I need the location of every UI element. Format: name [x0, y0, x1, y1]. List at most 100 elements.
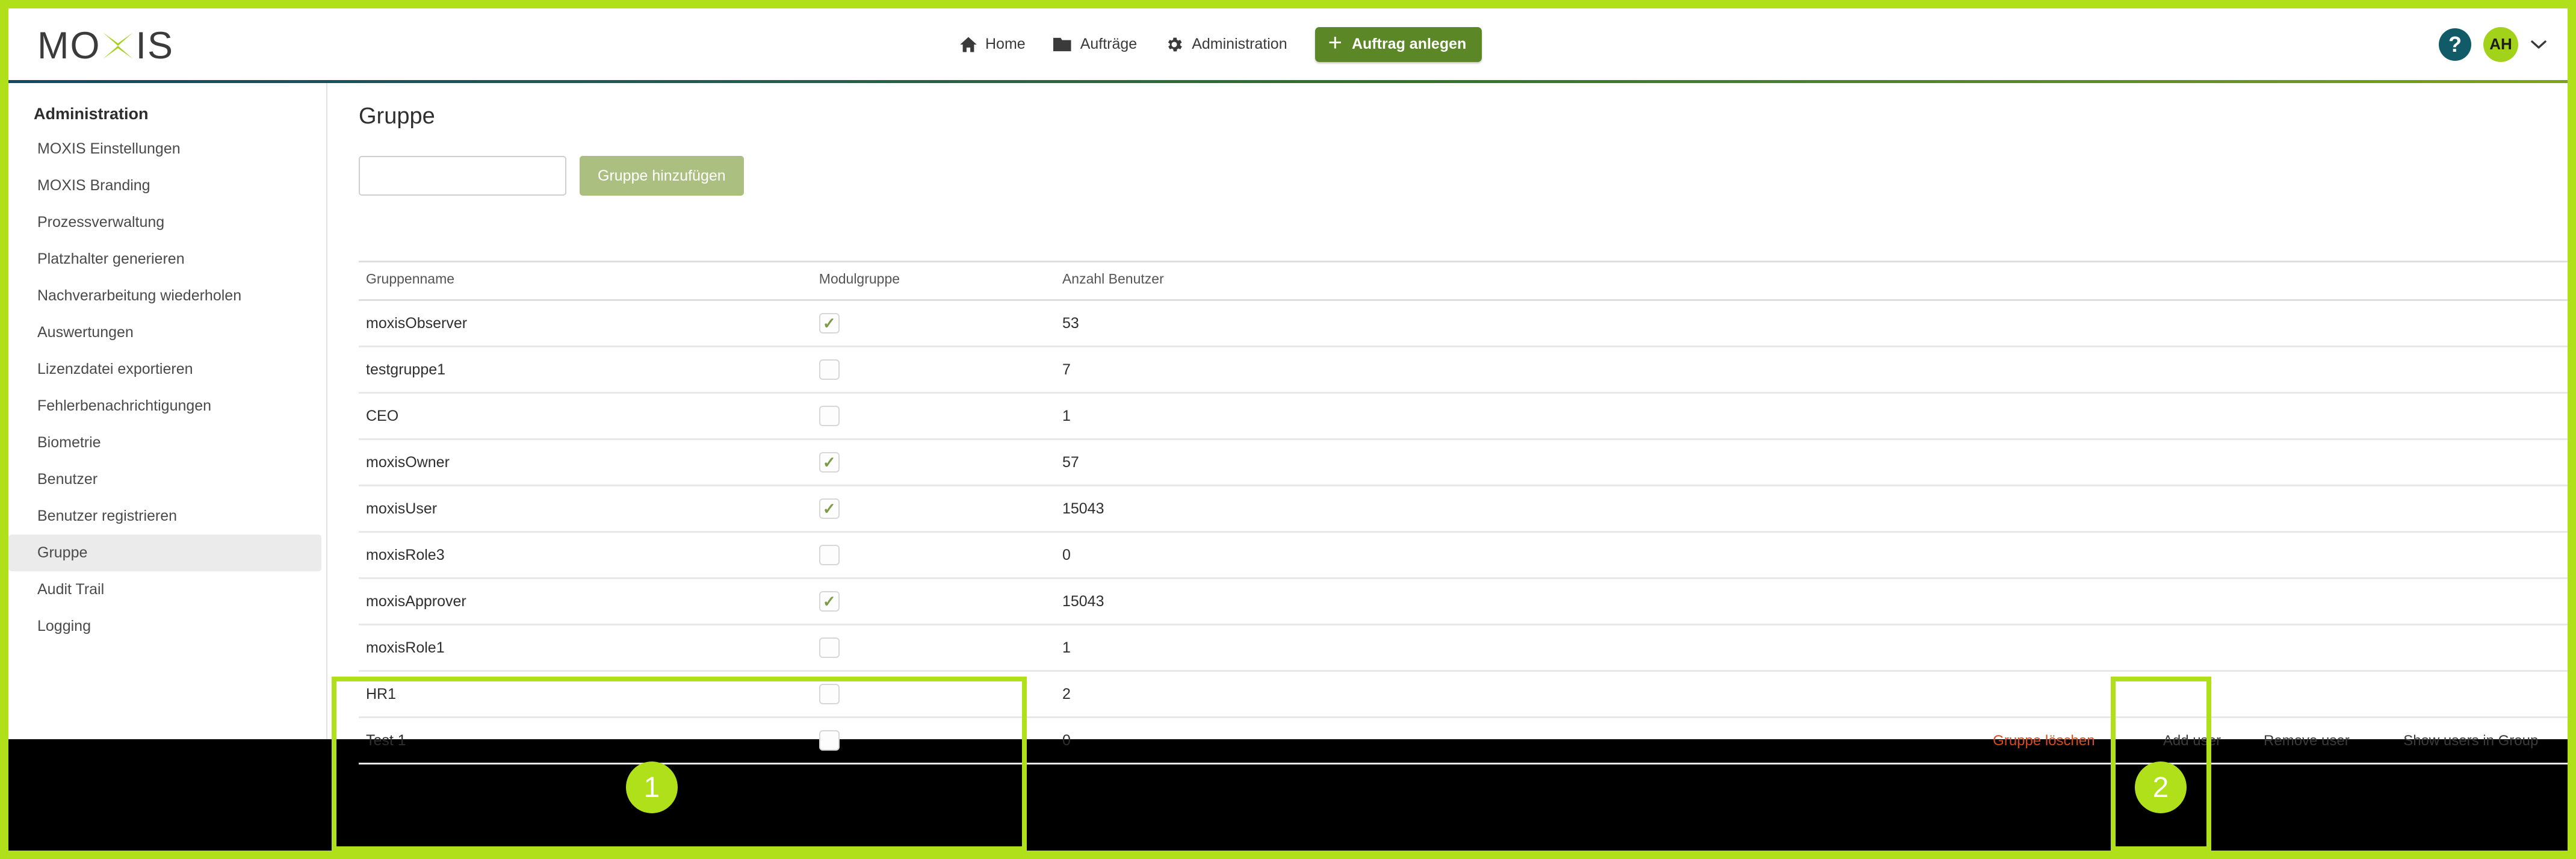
home-icon — [959, 36, 977, 54]
table-row[interactable]: moxisOwner ✓ 57 — [359, 439, 2568, 486]
cell-group-name: testgruppe1 — [359, 346, 812, 394]
table-row[interactable]: moxisObserver ✓ 53 — [359, 300, 2568, 347]
cell-modulgruppe: ✓ — [811, 439, 1055, 486]
column-header-modulgruppe[interactable]: Modulgruppe — [811, 261, 1055, 301]
modulgruppe-checkbox[interactable] — [819, 637, 840, 658]
check-icon: ✓ — [822, 453, 836, 471]
page-title: Gruppe — [359, 104, 435, 129]
modulgruppe-checkbox[interactable] — [819, 359, 840, 380]
cell-user-count: 1 — [1054, 624, 2568, 672]
chevron-down-icon[interactable] — [2530, 39, 2547, 50]
cell-modulgruppe — [811, 717, 1055, 764]
sidebar-title: Administration — [34, 105, 149, 123]
modulgruppe-checkbox[interactable] — [819, 545, 840, 565]
sidebar-item-prozessverwaltung[interactable]: Prozessverwaltung — [8, 204, 321, 241]
sidebar-item-moxis-einstellungen[interactable]: MOXIS Einstellungen — [8, 131, 321, 167]
logo-text-right: IS — [135, 25, 175, 67]
cell-user-count: 53 — [1054, 300, 2568, 347]
cell-user-count: 7 — [1054, 346, 2568, 394]
cell-modulgruppe — [811, 392, 1055, 440]
table-row[interactable]: moxisUser ✓ 15043 — [359, 485, 2568, 533]
cell-group-name: moxisApprover — [359, 578, 812, 625]
sidebar-item-auswertungen[interactable]: Auswertungen — [8, 314, 321, 351]
create-auftrag-label: Auftrag anlegen — [1351, 35, 1467, 52]
cell-user-count: 57 — [1054, 439, 2568, 486]
check-icon: ✓ — [822, 500, 836, 518]
nav-item-auftraege[interactable]: Aufträge — [1053, 36, 1137, 53]
sidebar-item-audit-trail[interactable]: Audit Trail — [8, 571, 321, 608]
sidebar-item-fehlerbenachrichtigungen[interactable]: Fehlerbenachrichtigungen — [8, 388, 321, 424]
sidebar-item-benutzer[interactable]: Benutzer — [8, 461, 321, 498]
avatar[interactable]: AH — [2483, 26, 2518, 62]
cell-group-name: HR1 — [359, 671, 812, 718]
cell-group-name: moxisOwner — [359, 439, 812, 486]
column-header-gruppenname[interactable]: Gruppenname — [359, 261, 812, 301]
cell-user-count: 15043 — [1054, 485, 2568, 533]
cell-remove-user: Remove user — [2239, 717, 2367, 764]
plus-icon: + — [1328, 29, 1342, 56]
sidebar-item-gruppe[interactable]: Gruppe — [8, 535, 321, 571]
table-row[interactable]: moxisRole3 0 — [359, 532, 2568, 579]
sidebar-item-nachverarbeitung-wiederholen[interactable]: Nachverarbeitung wiederholen — [8, 278, 321, 314]
sidebar-item-logging[interactable]: Logging — [8, 608, 321, 645]
cell-group-name: CEO — [359, 392, 812, 440]
sidebar-item-biometrie[interactable]: Biometrie — [8, 424, 321, 461]
question-mark-icon[interactable]: ? — [2439, 28, 2471, 61]
cell-modulgruppe — [811, 346, 1055, 394]
cell-delete-group: Gruppe löschen — [1943, 717, 2138, 764]
show-users-in-group-link[interactable]: Show users in Group — [2403, 733, 2538, 749]
modulgruppe-checkbox[interactable] — [819, 730, 840, 751]
cell-group-name: moxisRole1 — [359, 624, 812, 672]
column-header-anzahl-benutzer[interactable]: Anzahl Benutzer — [1054, 261, 2568, 301]
nav-item-administration-label: Administration — [1192, 36, 1287, 52]
cell-user-count: 15043 — [1054, 578, 2568, 625]
add-group-button[interactable]: Gruppe hinzufügen — [580, 156, 744, 196]
header-right-group: ? AH — [2439, 8, 2547, 80]
moxis-logo[interactable]: MO IS — [37, 24, 174, 67]
add-group-form: Gruppe hinzufügen — [359, 156, 2568, 196]
page-body: Administration MOXIS Einstellungen MOXIS… — [8, 83, 2568, 764]
modulgruppe-checkbox[interactable] — [819, 406, 840, 426]
modulgruppe-checkbox[interactable] — [819, 684, 840, 704]
table-row[interactable]: HR1 2 — [359, 671, 2568, 718]
nav-item-home[interactable]: Home — [959, 36, 1026, 54]
add-user-link[interactable]: Add user — [2163, 733, 2221, 749]
cell-show-users: Show users in Group — [2367, 717, 2568, 764]
nav-item-home-label: Home — [985, 36, 1026, 52]
table-row-test-1[interactable]: Test 1 0 Gruppe löschen Add user Remove … — [359, 717, 2568, 764]
cell-modulgruppe: ✓ — [811, 485, 1055, 533]
table-row[interactable]: moxisRole1 1 — [359, 624, 2568, 672]
main-navigation: Home Aufträge Administration + Auftrag a… — [959, 8, 1482, 80]
cell-modulgruppe: ✓ — [811, 300, 1055, 347]
remove-user-link[interactable]: Remove user — [2264, 733, 2350, 749]
sidebar-item-benutzer-registrieren[interactable]: Benutzer registrieren — [8, 498, 321, 535]
sidebar-item-platzhalter-generieren[interactable]: Platzhalter generieren — [8, 241, 321, 278]
delete-group-link[interactable]: Gruppe löschen — [1993, 733, 2095, 749]
check-icon: ✓ — [822, 314, 836, 332]
cell-add-user: Add user — [2137, 717, 2240, 764]
cell-modulgruppe — [811, 624, 1055, 672]
table-row[interactable]: testgruppe1 7 — [359, 346, 2568, 394]
groups-table-body: moxisObserver ✓ 53 testgruppe1 7 CEO 1 m… — [359, 300, 2568, 764]
table-header-row: Gruppenname Modulgruppe Anzahl Benutzer — [359, 261, 2568, 301]
table-row[interactable]: moxisApprover ✓ 15043 — [359, 578, 2568, 625]
cell-group-name: Test 1 — [359, 717, 812, 764]
sidebar-item-moxis-branding[interactable]: MOXIS Branding — [8, 167, 321, 204]
modulgruppe-checkbox[interactable]: ✓ — [819, 313, 840, 333]
group-name-input[interactable] — [359, 156, 566, 196]
cell-modulgruppe — [811, 671, 1055, 718]
modulgruppe-checkbox[interactable]: ✓ — [819, 498, 840, 519]
cell-group-name: moxisUser — [359, 485, 812, 533]
table-row[interactable]: CEO 1 — [359, 392, 2568, 440]
modulgruppe-checkbox[interactable]: ✓ — [819, 591, 840, 612]
application-surface: MO IS Home Aufträge Administration + Auf… — [8, 8, 2568, 764]
modulgruppe-checkbox[interactable]: ✓ — [819, 452, 840, 473]
cell-user-count: 0 — [1054, 717, 1943, 764]
logo-text-left: MO — [37, 25, 101, 67]
create-auftrag-button[interactable]: + Auftrag anlegen — [1314, 26, 1482, 62]
top-header: MO IS Home Aufträge Administration + Auf… — [8, 8, 2568, 83]
sidebar-item-lizenzdatei-exportieren[interactable]: Lizenzdatei exportieren — [8, 351, 321, 388]
groups-table: Gruppenname Modulgruppe Anzahl Benutzer … — [359, 261, 2568, 764]
nav-item-administration[interactable]: Administration — [1165, 35, 1287, 54]
main-content: Gruppe Gruppe hinzufügen Gruppenname Mod… — [327, 83, 2568, 764]
